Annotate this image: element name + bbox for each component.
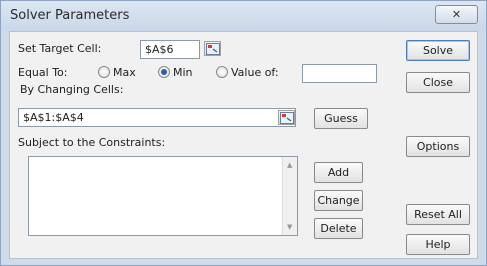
value-of-input[interactable]: [302, 64, 377, 83]
max-radio-label: Max: [113, 66, 136, 79]
constraints-label: Subject to the Constraints:: [18, 136, 166, 149]
value-of-radio-label: Value of:: [231, 66, 279, 79]
max-radio[interactable]: [98, 66, 110, 78]
constraints-list[interactable]: ▲ ▼: [28, 156, 298, 236]
equal-to-label: Equal To:: [18, 66, 68, 79]
dialog-title: Solver Parameters: [10, 8, 130, 23]
changing-cells-input[interactable]: $A$1:$A$4: [18, 108, 296, 127]
target-collapse-button[interactable]: [204, 41, 221, 56]
solve-button[interactable]: Solve: [406, 40, 470, 61]
min-radio[interactable]: [158, 66, 170, 78]
collapse-dialog-icon: [206, 43, 220, 55]
add-button[interactable]: Add: [314, 162, 363, 183]
min-radio-label: Min: [173, 66, 193, 79]
changing-collapse-button[interactable]: [278, 110, 295, 125]
dialog-body: Set Target Cell: $A$6 Equal To: Max Min …: [9, 31, 478, 259]
solver-dialog: Solver Parameters ✕ Set Target Cell: $A$…: [0, 0, 487, 266]
collapse-dialog-icon: [280, 112, 294, 124]
scroll-down-icon[interactable]: ▼: [287, 223, 292, 231]
reset-all-button[interactable]: Reset All: [406, 204, 470, 225]
change-button[interactable]: Change: [314, 190, 363, 211]
target-cell-input[interactable]: $A$6: [140, 40, 200, 59]
target-cell-label: Set Target Cell:: [18, 42, 102, 55]
constraints-scrollbar[interactable]: ▲ ▼: [282, 157, 297, 235]
close-window-button[interactable]: ✕: [435, 5, 478, 24]
options-button[interactable]: Options: [406, 136, 470, 157]
changing-cells-label: By Changing Cells:: [20, 83, 124, 96]
delete-button[interactable]: Delete: [314, 218, 363, 239]
title-bar: Solver Parameters ✕: [1, 1, 486, 31]
help-button[interactable]: Help: [406, 234, 470, 255]
close-icon: ✕: [451, 8, 462, 21]
scroll-up-icon[interactable]: ▲: [287, 161, 292, 169]
guess-button[interactable]: Guess: [314, 108, 368, 129]
value-of-radio[interactable]: [216, 66, 228, 78]
close-button[interactable]: Close: [406, 72, 470, 93]
